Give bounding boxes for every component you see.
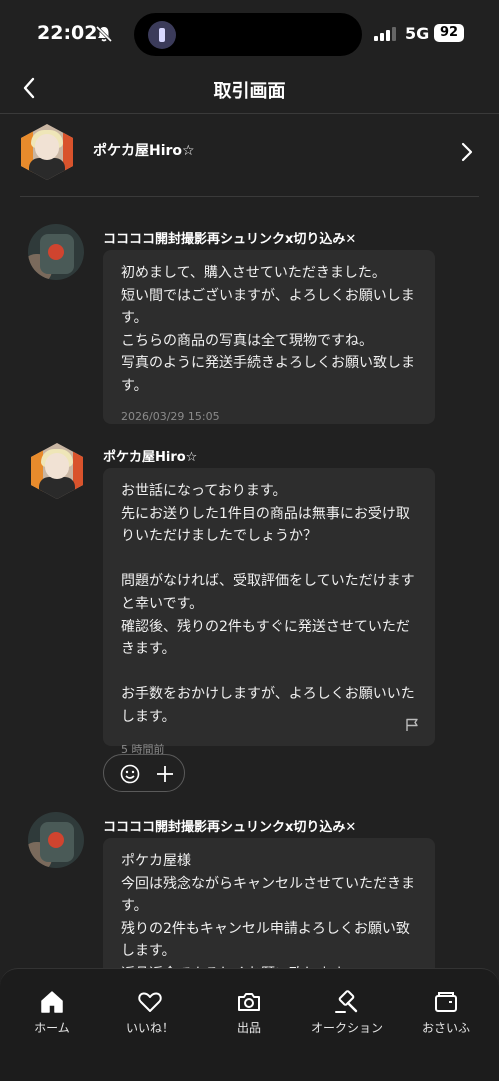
tab-label: いいね！	[125, 1021, 174, 1035]
seller-avatar	[21, 124, 73, 180]
chevron-right-icon[interactable]	[458, 141, 476, 163]
tab-likes[interactable]: いいね！	[110, 989, 190, 1036]
report-flag-icon[interactable]	[405, 718, 419, 732]
reaction-bar	[103, 754, 185, 792]
tab-auction[interactable]: オークション	[307, 989, 387, 1036]
seller-name: ポケカ屋Hiro☆	[93, 143, 195, 159]
bell-muted-icon	[95, 25, 113, 43]
tab-home[interactable]: ホーム	[12, 989, 92, 1036]
message-bubble: 初めまして、購入させていただきました。 短い間ではございますが、よろしくお願いし…	[103, 250, 435, 424]
dynamic-island	[134, 13, 362, 56]
heart-icon	[138, 992, 162, 1012]
seller-profile-row[interactable]: ポケカ屋Hiro☆	[0, 114, 499, 196]
message-sender: ココココ開封撮影再シュリンクx切り込み✕	[103, 820, 357, 835]
network-type: 5G	[405, 24, 430, 43]
tab-wallet[interactable]: おさいふ	[406, 989, 486, 1036]
buyer-avatar[interactable]	[28, 812, 84, 868]
message-sender: ポケカ屋Hiro☆	[103, 450, 198, 465]
message-bubble: お世話になっております。 先にお送りした1件目の商品は無事にお受け取りいただけま…	[103, 468, 435, 756]
message-text: お世話になっております。 先にお送りした1件目の商品は無事にお受け取りいただけま…	[121, 483, 415, 725]
tab-label: 出品	[236, 1021, 261, 1035]
divider	[20, 196, 479, 197]
buyer-avatar[interactable]	[28, 224, 84, 280]
message-sender: ココココ開封撮影再シュリンクx切り込み✕	[103, 232, 357, 247]
camera-icon	[238, 993, 260, 1011]
flashlight-icon	[148, 21, 176, 49]
status-time: 22:02	[37, 22, 98, 44]
nav-header: 取引画面	[0, 66, 499, 114]
emoji-reaction-icon[interactable]	[120, 764, 140, 784]
wallet-icon	[435, 992, 457, 1012]
tab-sell[interactable]: 出品	[209, 989, 289, 1036]
gavel-icon	[335, 990, 358, 1013]
signal-icon	[374, 27, 396, 41]
battery-level: 92	[434, 24, 464, 42]
tab-label: おさいふ	[421, 1021, 470, 1035]
tab-label: ホーム	[34, 1021, 70, 1035]
status-bar: 22:02 5G 92	[0, 0, 499, 66]
page-title: 取引画面	[213, 81, 286, 102]
add-reaction-icon[interactable]	[155, 764, 175, 784]
message-text: 初めまして、購入させていただきました。 短い間ではございますが、よろしくお願いし…	[121, 265, 415, 394]
seller-avatar[interactable]	[31, 443, 83, 499]
tab-label: オークション	[310, 1021, 383, 1035]
message-text: ポケカ屋様 今回は残念ながらキャンセルさせていただきます。 残りの2件もキャンセ…	[121, 853, 415, 982]
home-icon	[41, 991, 63, 1013]
message-timestamp: 2026/03/29 15:05	[121, 409, 220, 423]
bottom-tab-bar: ホーム いいね！ 出品 オークション おさいふ	[0, 968, 499, 1081]
